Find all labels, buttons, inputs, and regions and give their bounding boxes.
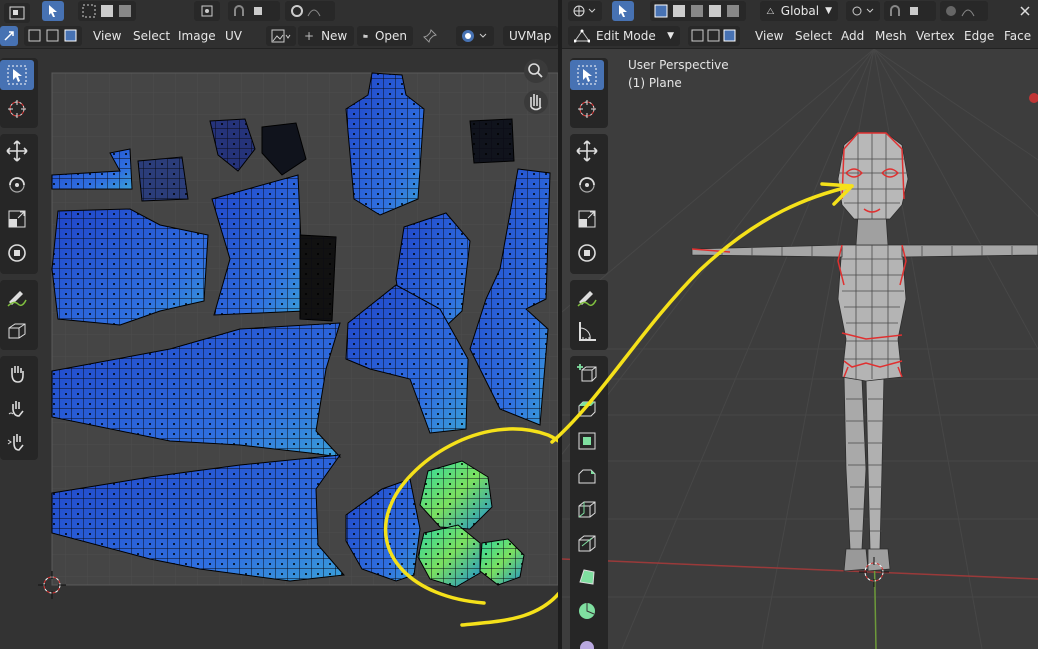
chevron-down-icon: ▼ (825, 6, 832, 16)
uvmap-field[interactable]: UVMap (503, 26, 558, 46)
tool-rotate-icon[interactable] (570, 170, 604, 200)
tool-select-box-icon[interactable] (570, 60, 604, 90)
tool-inset-icon[interactable] (570, 426, 604, 456)
uv-tool-transform-icon[interactable] (0, 238, 34, 268)
uv-tool-cursor-icon[interactable] (0, 94, 34, 124)
transform-orientation-dropdown[interactable]: Global ▼ (760, 1, 838, 21)
uv-tool-rotate-icon[interactable] (0, 170, 34, 200)
folder-icon (363, 34, 368, 38)
viewport-menu-add[interactable]: Add (841, 28, 864, 44)
tool-scale-icon[interactable] (570, 204, 604, 234)
tool-poly-build-icon[interactable] (570, 562, 604, 592)
edit-mode-icon (574, 29, 590, 43)
tool-add-cube-icon[interactable] (570, 358, 604, 388)
chevron-down-icon: ▼ (667, 31, 674, 41)
tool-annotate-icon[interactable] (570, 282, 604, 312)
viewport-scene[interactable] (562, 49, 1038, 649)
tool-spin-icon[interactable] (570, 596, 604, 626)
uv-tool-relax-icon[interactable] (0, 392, 34, 422)
uv-editor-pane[interactable]: View Select Image UV + New Open UVMap (0, 0, 558, 649)
viewport-menu-vertex[interactable]: Vertex (916, 28, 955, 44)
viewport-close-icon[interactable] (1014, 1, 1036, 21)
uv-menu-select[interactable]: Select (133, 28, 170, 44)
new-image-button[interactable]: + New (298, 26, 354, 46)
mesh-select-mode-icons[interactable] (688, 26, 740, 46)
uvmap-name: UVMap (509, 29, 552, 43)
editor-type-icon[interactable] (4, 3, 30, 23)
uv-tool-pinch-icon[interactable] (0, 426, 34, 456)
uv-canvas[interactable] (0, 49, 558, 649)
select-mode-icon[interactable] (42, 1, 64, 21)
interaction-mode-label: Edit Mode (596, 29, 656, 43)
active-object-label: (1) Plane (628, 76, 682, 90)
image-browse-icon[interactable] (266, 26, 296, 46)
3d-viewport-pane[interactable]: Global ▼ Edit Mode ▼ View Select Add Mes… (562, 0, 1038, 649)
tool-loop-cut-icon[interactable] (570, 494, 604, 524)
viewport-menu-view[interactable]: View (755, 28, 783, 44)
open-image-button[interactable]: Open (357, 26, 413, 46)
pivot-point-icon[interactable] (194, 1, 220, 21)
tool-move-icon[interactable] (570, 136, 604, 166)
snap-icon[interactable] (228, 1, 280, 21)
select-box-mode-icons[interactable] (78, 1, 136, 21)
interaction-mode-dropdown[interactable]: Edit Mode ▼ (568, 26, 680, 46)
tool-smooth-icon[interactable] (570, 630, 604, 649)
pin-icon[interactable] (420, 26, 440, 46)
pivot-point-dropdown-icon[interactable] (846, 1, 880, 21)
sync-selection-icon[interactable] (0, 26, 18, 46)
uv-tool-move-icon[interactable] (0, 136, 34, 166)
uv-menu-image[interactable]: Image (178, 28, 216, 44)
open-image-label: Open (374, 29, 407, 43)
uv-tool-annotate-icon[interactable] (0, 282, 34, 312)
viewport-select-mode-icon[interactable] (612, 1, 634, 21)
tool-transform-icon[interactable] (570, 238, 604, 268)
view-perspective-label: User Perspective (628, 58, 729, 72)
plus-icon: + (304, 29, 315, 43)
viewport-menu-select[interactable]: Select (795, 28, 832, 44)
uv-tool-select-box-icon[interactable] (0, 60, 34, 90)
tool-cursor-icon[interactable] (570, 94, 604, 124)
pan-view-icon[interactable] (524, 90, 548, 114)
uv-display-icon[interactable] (456, 26, 494, 46)
tool-knife-icon[interactable] (570, 528, 604, 558)
tool-bevel-icon[interactable] (570, 460, 604, 490)
uv-menu-uv[interactable]: UV (225, 28, 242, 44)
uv-select-mode-icons[interactable] (24, 26, 82, 46)
uv-tool-grab-icon[interactable] (0, 358, 34, 388)
zoom-view-icon[interactable] (524, 59, 548, 83)
uv-tool-rip-icon[interactable] (0, 316, 34, 346)
viewport-editor-type-icon[interactable] (568, 1, 602, 21)
tool-measure-icon[interactable] (570, 316, 604, 346)
uv-tool-scale-icon[interactable] (0, 204, 34, 234)
viewport-selection-modes-icons[interactable] (650, 1, 746, 21)
viewport-snap-icon[interactable] (884, 1, 936, 21)
tool-extrude-icon[interactable] (570, 392, 604, 422)
viewport-menu-edge[interactable]: Edge (964, 28, 994, 44)
uv-menu-view[interactable]: View (93, 28, 121, 44)
proportional-editing-icon[interactable] (285, 1, 335, 21)
new-image-label: New (321, 29, 348, 43)
orientation-axes-icon (766, 7, 775, 15)
viewport-menu-mesh[interactable]: Mesh (875, 28, 907, 44)
transform-orientation-label: Global (780, 4, 820, 18)
viewport-menu-face[interactable]: Face (1004, 28, 1031, 44)
viewport-proportional-editing-icon[interactable] (940, 1, 988, 21)
